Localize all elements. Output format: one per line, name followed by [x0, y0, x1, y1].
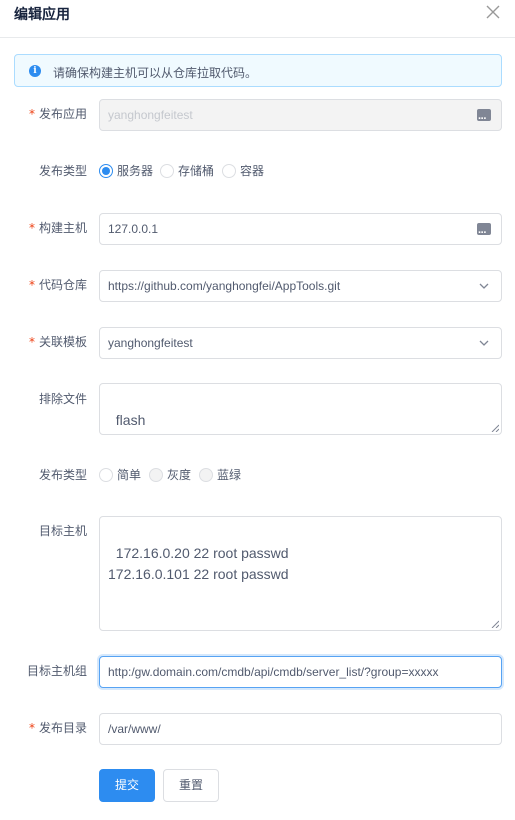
required-mark: * — [28, 335, 35, 349]
target-group-input[interactable]: http:/gw.domain.com/cmdb/api/cmdb/server… — [99, 656, 502, 688]
exclude-label: 排除文件 — [38, 392, 87, 406]
info-icon: i — [29, 65, 41, 77]
required-mark: * — [28, 721, 35, 735]
exclude-textarea[interactable]: flash .git/ — [99, 383, 502, 435]
required-mark: * — [28, 278, 35, 292]
deploy-type-label: 发布类型 — [38, 164, 87, 178]
radio-indicator — [99, 468, 113, 482]
radio-indicator — [199, 468, 213, 482]
ellipsis-icon[interactable] — [477, 104, 491, 130]
required-mark: * — [28, 107, 35, 121]
app-input[interactable]: yanghongfeitest — [99, 99, 502, 131]
app-label: * 发布应用 — [28, 107, 87, 121]
resize-handle[interactable] — [491, 620, 499, 628]
target-group-label: 目标主机组 — [26, 664, 87, 678]
target-hosts-textarea[interactable]: 172.16.0.20 22 root passwd 172.16.0.101 … — [99, 516, 502, 631]
ellipsis-icon[interactable] — [477, 218, 491, 244]
alert-message: 请确保构建主机可以从仓库拉取代码。 — [53, 66, 258, 80]
template-label: * 关联模板 — [28, 335, 87, 349]
reset-button[interactable]: 重置 — [163, 769, 219, 802]
submit-button[interactable]: 提交 — [99, 769, 155, 802]
chevron-down-icon — [479, 283, 489, 289]
build-host-input[interactable]: 127.0.0.1 — [99, 213, 502, 245]
resize-handle[interactable] — [491, 424, 499, 432]
required-mark: * — [28, 221, 35, 235]
radio-indicator — [99, 164, 113, 178]
radio-indicator — [222, 164, 236, 178]
info-alert: i 请确保构建主机可以从仓库拉取代码。 — [14, 54, 502, 87]
dialog-title: 编辑应用 — [14, 6, 70, 22]
radio-indicator — [160, 164, 174, 178]
repo-select[interactable]: https://github.com/yanghongfei/AppTools.… — [99, 270, 502, 302]
deploy-dir-label: * 发布目录 — [28, 721, 87, 735]
build-host-label: * 构建主机 — [28, 221, 87, 235]
target-hosts-label: 目标主机 — [38, 524, 87, 538]
dialog-header: 编辑应用 — [0, 0, 515, 38]
close-icon[interactable] — [484, 3, 502, 21]
deploy-dir-input[interactable]: /var/www/ — [99, 713, 502, 745]
repo-label: * 代码仓库 — [28, 278, 87, 292]
release-type-label: 发布类型 — [38, 468, 87, 482]
chevron-down-icon — [479, 340, 489, 346]
template-select[interactable]: yanghongfeitest — [99, 327, 502, 359]
radio-indicator — [149, 468, 163, 482]
